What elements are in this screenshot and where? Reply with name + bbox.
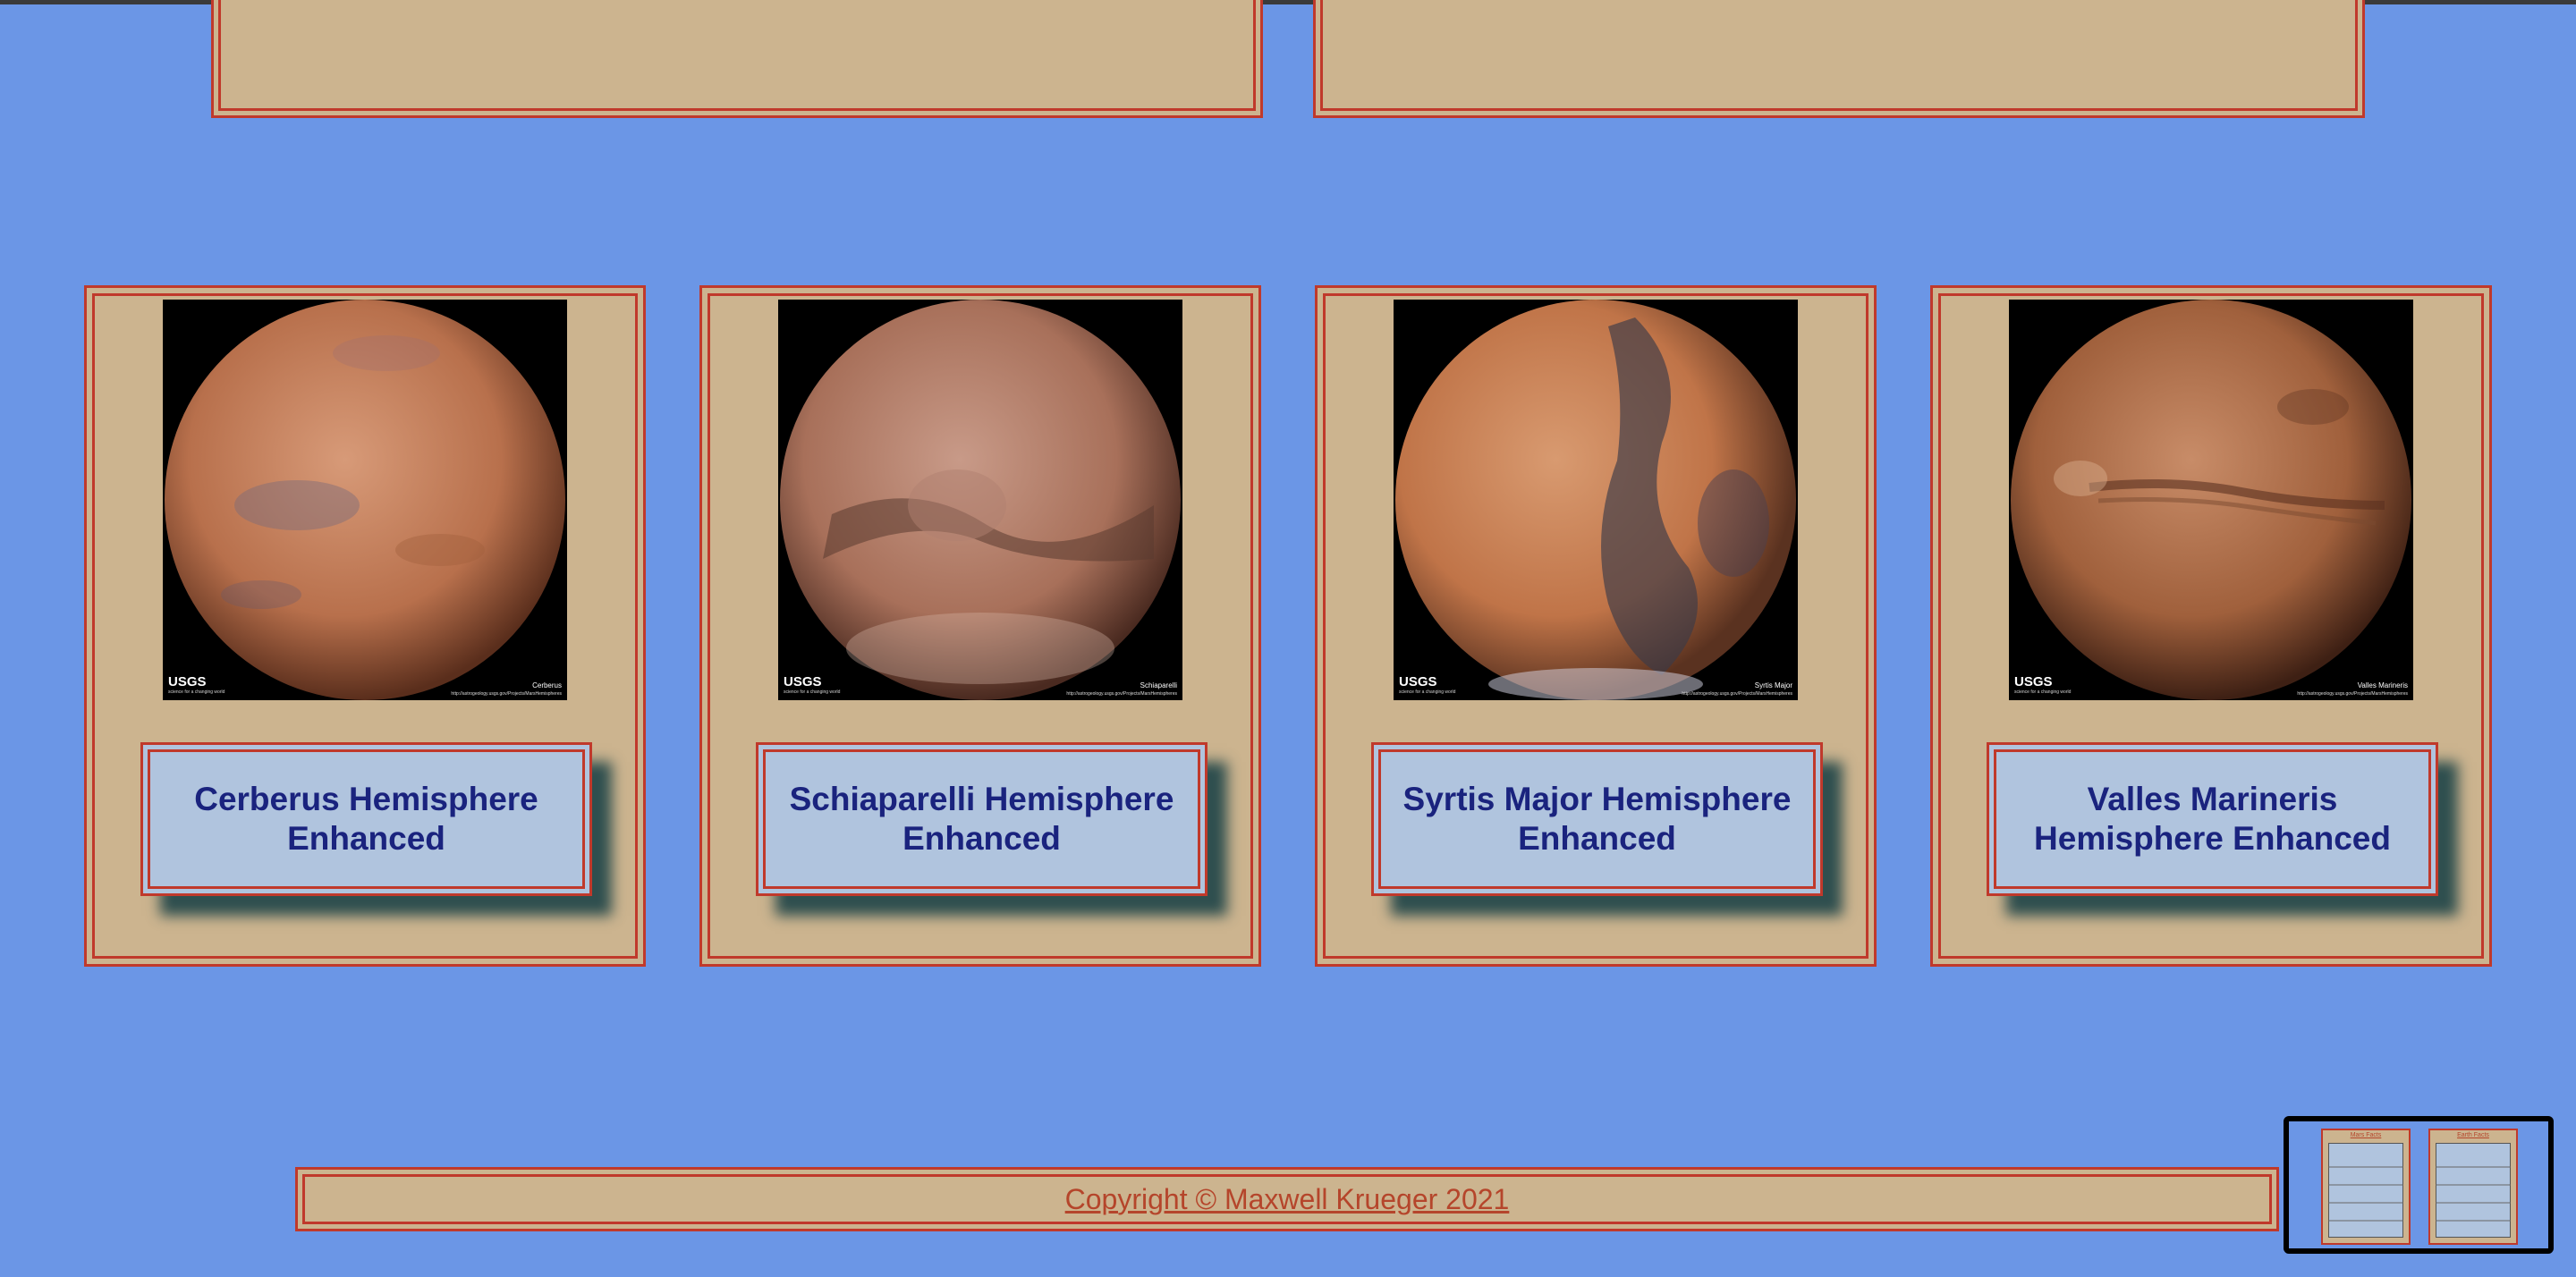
image-caption: Valles Marineris <box>2357 681 2408 689</box>
card-title-box[interactable]: Cerberus Hemisphere Enhanced <box>140 742 592 896</box>
top-card-right <box>1313 0 2365 118</box>
card-title-box[interactable]: Valles Marineris Hemisphere Enhanced <box>1987 742 2438 896</box>
usgs-logo: USGS science for a changing world <box>2014 674 2072 695</box>
image-caption: Cerberus <box>532 681 562 689</box>
image-url: http://astrogeology.usgs.gov/Projects/Ma… <box>2297 691 2408 697</box>
hemisphere-card-cerberus: USGS science for a changing world Cerberu… <box>84 285 646 967</box>
valles-marineris-hemisphere-image[interactable]: USGS science for a changing world Valles … <box>2009 300 2413 700</box>
cerberus-hemisphere-image[interactable]: USGS science for a changing world Cerberu… <box>163 300 567 700</box>
hemisphere-card-syrtis-major: USGS science for a changing world Syrtis … <box>1315 285 1877 967</box>
syrtis-major-hemisphere-image[interactable]: USGS science for a changing world Syrtis … <box>1394 300 1798 700</box>
minimap-panel-left: Mars Facts <box>2321 1129 2411 1245</box>
image-url: http://astrogeology.usgs.gov/Projects/Ma… <box>451 691 562 697</box>
card-title: Schiaparelli Hemisphere Enhanced <box>789 781 1174 857</box>
image-caption: Schiaparelli <box>1140 681 1177 689</box>
page-minimap[interactable]: Mars Facts Earth Facts <box>2284 1116 2554 1254</box>
image-url: http://astrogeology.usgs.gov/Projects/Ma… <box>1066 691 1177 697</box>
usgs-logo: USGS science for a changing world <box>1399 674 1456 695</box>
usgs-logo: USGS science for a changing world <box>168 674 225 695</box>
card-title-box[interactable]: Schiaparelli Hemisphere Enhanced <box>756 742 1208 896</box>
copyright-link[interactable]: Copyright © Maxwell Krueger 2021 <box>1065 1183 1510 1216</box>
footer: Copyright © Maxwell Krueger 2021 <box>295 1167 2279 1231</box>
hemisphere-card-valles-marineris: USGS science for a changing world Valles … <box>1930 285 2492 967</box>
schiaparelli-hemisphere-image[interactable]: USGS science for a changing world Schiapa… <box>778 300 1182 700</box>
hemisphere-card-schiaparelli: USGS science for a changing world Schiapa… <box>699 285 1261 967</box>
usgs-logo: USGS science for a changing world <box>784 674 841 695</box>
card-title: Cerberus Hemisphere Enhanced <box>194 781 538 857</box>
card-title: Valles Marineris Hemisphere Enhanced <box>2034 781 2391 857</box>
minimap-panel-right: Earth Facts <box>2428 1129 2518 1245</box>
card-title: Syrtis Major Hemisphere Enhanced <box>1402 781 1792 857</box>
card-title-box[interactable]: Syrtis Major Hemisphere Enhanced <box>1371 742 1823 896</box>
image-caption: Syrtis Major <box>1754 681 1792 689</box>
image-url: http://astrogeology.usgs.gov/Projects/Ma… <box>1682 691 1792 697</box>
top-card-left <box>211 0 1263 118</box>
